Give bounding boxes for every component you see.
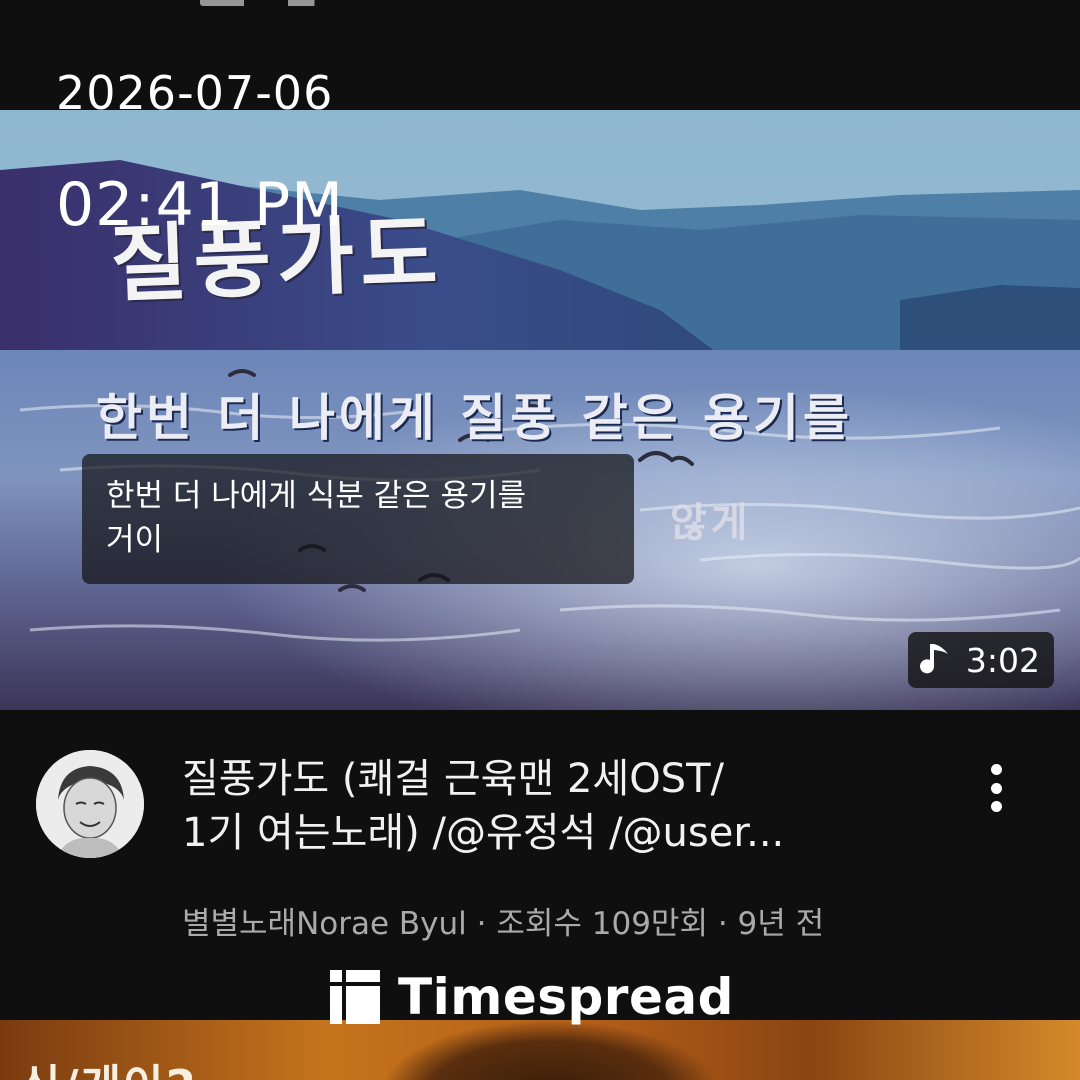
duration-badge: 3:02 (907, 632, 1054, 688)
overlay-date: 2026-07-06 (56, 66, 334, 120)
next-thumbnail-figure (380, 1020, 720, 1080)
music-note-icon (919, 644, 948, 674)
previous-item-text-remnant (200, 0, 420, 6)
channel-avatar-image (36, 750, 144, 858)
watermark-text: Timespread (398, 968, 734, 1026)
thumbnail-art-lyric: 한번 더 나에게 질풍 같은 용기를 (96, 389, 854, 447)
overlay-time: 02:41 PM (56, 170, 344, 240)
caption-line-1: 한번 더 나에게 식분 같은 용기를 (106, 478, 527, 514)
timespread-watermark: Timespread (330, 968, 734, 1026)
caption-line-2: 거이 (106, 522, 164, 558)
video-meta: 별별노래Norae Byul · 조회수 109만회 · 9년 전 (182, 906, 825, 942)
channel-avatar[interactable] (36, 750, 144, 858)
more-options-icon[interactable] (974, 760, 1018, 816)
timespread-logo-icon (330, 970, 380, 1024)
next-thumbnail-text: 신/게이2 (20, 1050, 198, 1080)
video-title-line-1: 질풍가도 (쾌걸 근육맨 2세OST/ (182, 756, 724, 802)
more-dot (990, 801, 1002, 812)
next-video-thumbnail[interactable]: 신/게이2 (0, 1020, 1080, 1080)
duration-text: 3:02 (965, 640, 1040, 680)
thumbnail-art-lyric-2: 않게 (670, 500, 752, 546)
video-title-line-2: 1기 여는노래) /@유정석 /@user... (182, 810, 785, 856)
more-dot (990, 782, 1002, 794)
more-dot (990, 764, 1002, 775)
caption-overlay: 한번 더 나에게 식분 같은 용기를 거이 (82, 454, 634, 584)
video-title[interactable]: 질풍가도 (쾌걸 근육맨 2세OST/ 1기 여는노래) /@유정석 /@use… (182, 752, 922, 860)
